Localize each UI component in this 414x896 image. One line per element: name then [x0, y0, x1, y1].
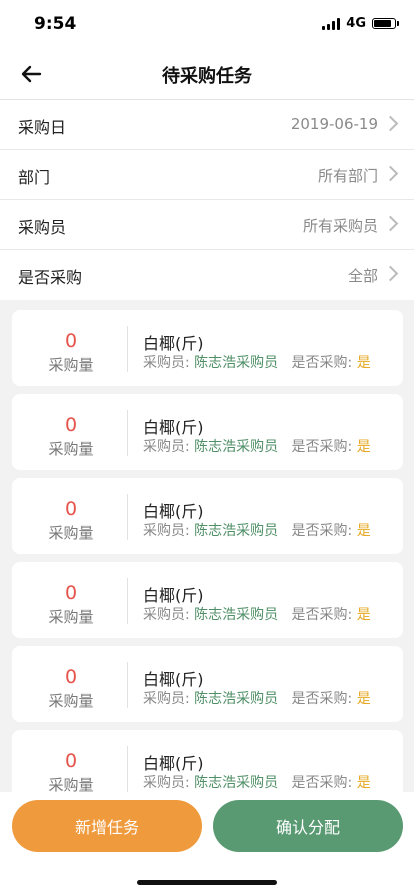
filter-label: 采购日 — [18, 118, 67, 137]
filter-list: 采购日 2019-06-19 部门 所有部门 采购员 所有采购员 是否采购 全部 — [0, 100, 414, 300]
item-name: 白椰(斤) — [143, 418, 204, 437]
chevron-right-icon — [382, 265, 399, 282]
quantity-label: 采购量 — [48, 608, 94, 626]
task-list[interactable]: 0 采购量 白椰(斤) 采购员: 陈志浩采购员 是否采购: 是 0 采购量 白椰… — [0, 302, 414, 792]
filter-purchased[interactable]: 是否采购 全部 — [0, 250, 414, 300]
task-card[interactable]: 0 采购量 白椰(斤) 采购员: 陈志浩采购员 是否采购: 是 — [12, 478, 403, 554]
purchased-label: 是否采购: — [291, 439, 353, 455]
card-divider — [127, 746, 128, 792]
quantity-value: 0 — [64, 666, 78, 688]
card-divider — [127, 410, 128, 456]
card-divider — [127, 662, 128, 708]
quantity-label: 采购量 — [48, 524, 94, 542]
filter-value: 所有部门 — [317, 167, 378, 185]
home-indicator[interactable] — [137, 880, 277, 885]
purchased-value: 是 — [356, 607, 371, 623]
buyer-name: 陈志浩采购员 — [194, 439, 279, 455]
filter-label: 采购员 — [18, 218, 67, 237]
buyer-label: 采购员: — [143, 607, 190, 623]
task-meta: 采购员: 陈志浩采购员 是否采购: 是 — [143, 604, 371, 624]
buyer-label: 采购员: — [143, 439, 190, 455]
quantity-block: 0 采购量 — [12, 310, 130, 386]
buyer-label: 采购员: — [143, 523, 190, 539]
battery-level — [374, 20, 391, 27]
quantity-block: 0 采购量 — [12, 394, 130, 470]
signal-icon — [322, 17, 341, 30]
buyer-name: 陈志浩采购员 — [194, 355, 279, 371]
item-name: 白椰(斤) — [143, 502, 204, 521]
card-divider — [127, 578, 128, 624]
purchased-value: 是 — [356, 355, 371, 371]
task-card[interactable]: 0 采购量 白椰(斤) 采购员: 陈志浩采购员 是否采购: 是 — [12, 562, 403, 638]
task-meta: 采购员: 陈志浩采购员 是否采购: 是 — [143, 772, 371, 792]
page-title: 待采购任务 — [162, 66, 252, 87]
buyer-label: 采购员: — [143, 775, 190, 791]
battery-cap — [397, 21, 399, 26]
purchased-value: 是 — [356, 523, 371, 539]
item-name: 白椰(斤) — [143, 586, 204, 605]
nav-bar: 待采购任务 — [0, 48, 414, 100]
filter-label: 部门 — [18, 168, 51, 187]
purchased-label: 是否采购: — [291, 607, 353, 623]
purchased-label: 是否采购: — [291, 775, 353, 791]
card-divider — [127, 494, 128, 540]
card-divider — [127, 326, 128, 372]
quantity-label: 采购量 — [48, 356, 94, 374]
task-meta: 采购员: 陈志浩采购员 是否采购: 是 — [143, 520, 371, 540]
purchased-value: 是 — [356, 691, 371, 707]
purchased-label: 是否采购: — [291, 691, 353, 707]
filter-value: 2019-06-19 — [290, 115, 378, 133]
buyer-name: 陈志浩采购员 — [194, 691, 279, 707]
filter-department[interactable]: 部门 所有部门 — [0, 150, 414, 200]
filter-purchase-date[interactable]: 采购日 2019-06-19 — [0, 100, 414, 150]
buyer-name: 陈志浩采购员 — [194, 523, 279, 539]
quantity-block: 0 采购量 — [12, 730, 130, 792]
item-name: 白椰(斤) — [143, 670, 204, 689]
status-time: 9:54 — [34, 14, 77, 34]
status-bar: 9:54 4G — [0, 0, 414, 48]
task-meta: 采购员: 陈志浩采购员 是否采购: 是 — [143, 436, 371, 456]
buyer-label: 采购员: — [143, 355, 190, 371]
quantity-value: 0 — [64, 330, 78, 352]
task-card[interactable]: 0 采购量 白椰(斤) 采购员: 陈志浩采购员 是否采购: 是 — [12, 646, 403, 722]
quantity-label: 采购量 — [48, 776, 94, 792]
chevron-right-icon — [382, 115, 399, 132]
task-card[interactable]: 0 采购量 白椰(斤) 采购员: 陈志浩采购员 是否采购: 是 — [12, 730, 403, 792]
task-meta: 采购员: 陈志浩采购员 是否采购: 是 — [143, 688, 371, 708]
quantity-block: 0 采购量 — [12, 478, 130, 554]
quantity-value: 0 — [64, 498, 78, 520]
quantity-value: 0 — [64, 582, 78, 604]
quantity-label: 采购量 — [48, 692, 94, 710]
quantity-block: 0 采购量 — [12, 562, 130, 638]
task-card[interactable]: 0 采购量 白椰(斤) 采购员: 陈志浩采购员 是否采购: 是 — [12, 394, 403, 470]
filter-buyer[interactable]: 采购员 所有采购员 — [0, 200, 414, 250]
add-task-button[interactable]: 新增任务 — [12, 800, 202, 852]
quantity-value: 0 — [64, 750, 78, 772]
chevron-right-icon — [382, 215, 399, 232]
purchased-value: 是 — [356, 439, 371, 455]
buyer-label: 采购员: — [143, 691, 190, 707]
purchased-value: 是 — [356, 775, 371, 791]
chevron-right-icon — [382, 165, 399, 182]
quantity-value: 0 — [64, 414, 78, 436]
filter-value: 所有采购员 — [302, 217, 378, 235]
filter-value: 全部 — [347, 267, 378, 285]
buyer-name: 陈志浩采购员 — [194, 607, 279, 623]
purchased-label: 是否采购: — [291, 355, 353, 371]
item-name: 白椰(斤) — [143, 334, 204, 353]
battery-icon — [372, 18, 399, 29]
quantity-label: 采购量 — [48, 440, 94, 458]
status-indicators: 4G — [322, 16, 399, 31]
task-meta: 采购员: 陈志浩采购员 是否采购: 是 — [143, 352, 371, 372]
item-name: 白椰(斤) — [143, 754, 204, 773]
quantity-block: 0 采购量 — [12, 646, 130, 722]
task-card[interactable]: 0 采购量 白椰(斤) 采购员: 陈志浩采购员 是否采购: 是 — [12, 310, 403, 386]
filter-label: 是否采购 — [18, 268, 83, 287]
confirm-assign-button[interactable]: 确认分配 — [213, 800, 403, 852]
purchased-label: 是否采购: — [291, 523, 353, 539]
network-type: 4G — [346, 16, 366, 31]
buyer-name: 陈志浩采购员 — [194, 775, 279, 791]
